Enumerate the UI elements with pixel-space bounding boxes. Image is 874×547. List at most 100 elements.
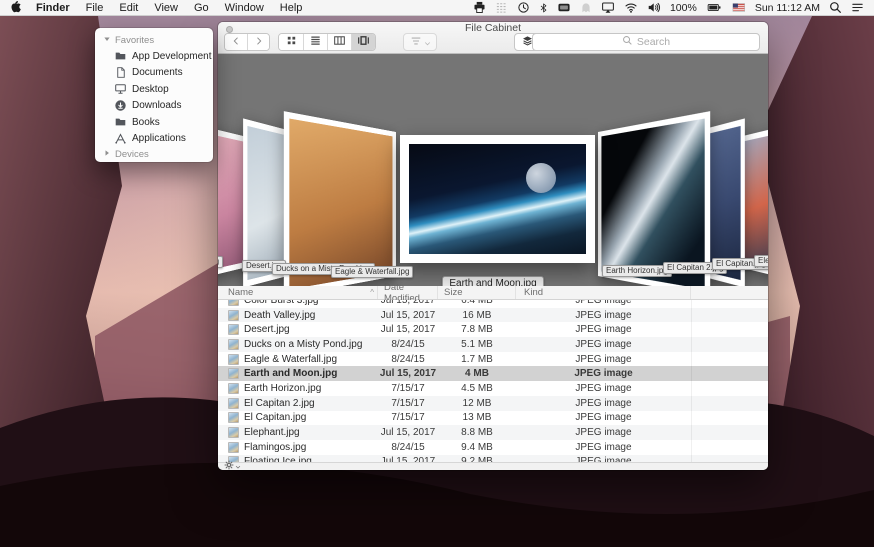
file-row-color-burst-3-jpg[interactable]: Color Burst 3.jpgJul 15, 20176.4 MBJPEG … [218,300,768,308]
file-kind: JPEG image [516,412,691,423]
file-kind: JPEG image [516,368,691,379]
sidebar-section-devices[interactable]: Devices [95,147,213,162]
sidebar-section-favorites[interactable]: Favorites [95,33,213,48]
file-size: 9.4 MB [438,442,516,453]
file-row-eagle-waterfall-jpg[interactable]: Eagle & Waterfall.jpg8/24/151.7 MBJPEG i… [218,352,768,367]
column-label: Kind [524,287,543,298]
file-row-death-valley-jpg[interactable]: Death Valley.jpgJul 15, 201716 MBJPEG im… [218,308,768,323]
gear-icon [224,457,234,470]
time-machine-icon[interactable] [517,1,530,14]
menu-bar-text[interactable]: Sun 11:12 AM [755,2,820,14]
menu-view[interactable]: View [154,2,178,14]
sidebar-item-applications[interactable]: Applications [95,131,213,148]
jpeg-file-icon [228,412,239,423]
column-header-name[interactable]: Name^ [218,286,378,299]
volume-icon[interactable] [647,1,661,14]
file-row-earth-and-moon-jpg[interactable]: Earth and Moon.jpgJul 15, 20174 MBJPEG i… [218,366,768,381]
file-row-floating-ice-jpg[interactable]: Floating Ice.jpgJul 15, 20179.2 MBJPEG i… [218,455,768,462]
finder-sidebar-panel: Favorites App DevelopmentDocumentsDeskto… [95,28,213,162]
back-button[interactable] [225,34,247,50]
column-label: Name [228,287,253,298]
forward-button[interactable] [247,34,269,50]
cover-earth-horizon-jpg[interactable] [598,111,710,286]
jpeg-file-icon [228,324,239,335]
coverflow-selected-caption: Earth and Moon.jpg [442,276,543,286]
cover-image [409,144,586,254]
icons-view-icon [285,34,298,50]
icons-view-button[interactable] [279,34,303,50]
battery-icon[interactable] [706,1,722,14]
file-date-modified: 7/15/17 [378,412,438,423]
file-row-earth-horizon-jpg[interactable]: Earth Horizon.jpg7/15/174.5 MBJPEG image [218,381,768,396]
chevron-down-icon [424,35,431,50]
file-size: 6.4 MB [438,300,516,306]
menu-finder[interactable]: Finder [36,2,70,14]
list-view-button[interactable] [303,34,327,50]
list-header: Name^Date ModifiedSize Kind [218,286,768,300]
action-menu-button[interactable] [224,457,241,470]
arrange-button[interactable] [403,33,437,51]
file-kind: JPEG image [516,427,691,438]
list-view-icon [309,34,322,50]
cover-image [289,119,392,286]
file-size: 4.5 MB [438,383,516,394]
toolbar: Search [218,33,768,53]
notification-center-icon[interactable] [851,1,864,14]
file-row-flamingos-jpg[interactable]: Flamingos.jpg8/24/159.4 MBJPEG image [218,440,768,455]
sidebar-item-books[interactable]: Books [95,114,213,131]
sidebar-item-desktop[interactable]: Desktop [95,81,213,98]
jpeg-file-icon [228,339,239,350]
menu-window[interactable]: Window [225,2,264,14]
file-row-elephant-jpg[interactable]: Elephant.jpg Jul 15, 20178.8 MBJPEG image [218,425,768,440]
sidebar-item-downloads[interactable]: Downloads [95,98,213,115]
menu-bar-text[interactable]: 100% [670,2,697,14]
chevron-down-icon [235,457,241,470]
menu-help[interactable]: Help [280,2,303,14]
rows-icon[interactable] [495,1,508,14]
menu-edit[interactable]: Edit [119,2,138,14]
favorites-list: App DevelopmentDocumentsDesktopDownloads… [95,48,213,147]
moon-graphic [526,163,556,193]
file-row-el-capitan-2-jpg[interactable]: El Capitan 2.jpg7/15/1712 MBJPEG image [218,396,768,411]
keyboard-flag-icon[interactable] [731,1,746,14]
display-capture-icon[interactable] [557,1,571,14]
column-header-size[interactable]: Size [438,286,516,299]
columns-view-button[interactable] [327,34,351,50]
applications-icon [114,133,127,145]
file-name: El Capitan.jpg [244,412,306,423]
search-placeholder: Search [637,36,670,48]
search-icon[interactable] [829,1,842,14]
favorites-label: Favorites [115,35,154,46]
column-header-kind[interactable]: Kind [516,286,691,299]
menu-go[interactable]: Go [194,2,209,14]
sidebar-item-documents[interactable]: Documents [95,65,213,82]
airplay-icon[interactable] [601,1,615,14]
file-name: Elephant.jpg [244,427,300,438]
bluetooth-icon[interactable] [539,1,548,14]
cover-earth-and-moon-jpg[interactable] [400,135,595,263]
file-row-el-capitan-jpg[interactable]: El Capitan.jpg7/15/1713 MBJPEG image [218,411,768,426]
apple-menu[interactable] [10,0,22,16]
search-icon [622,35,633,49]
sidebar-item-app-development[interactable]: App Development [95,48,213,65]
file-date-modified: Jul 15, 2017 [378,427,438,438]
sidebar-item-label: Books [132,117,160,128]
printer-icon[interactable] [473,1,486,14]
column-divider [691,300,692,462]
file-size: 5.1 MB [438,339,516,350]
menu-file[interactable]: File [86,2,104,14]
triangle-right-icon [103,149,111,160]
file-list: Color Burst 3.jpgJul 15, 20176.4 MBJPEG … [218,300,768,462]
search-field[interactable]: Search [532,33,760,51]
column-header-date-modified[interactable]: Date Modified [378,286,438,299]
wifi-icon[interactable] [624,1,638,14]
file-row-ducks-on-a-misty-pond-jpg[interactable]: Ducks on a Misty Pond.jpg8/24/155.1 MBJP… [218,337,768,352]
coverflow-view-button[interactable] [351,34,375,50]
ghost-icon[interactable] [580,1,592,14]
cover-eagle-waterfall-jpg[interactable] [284,111,396,286]
file-kind: JPEG image [516,300,691,306]
file-kind: JPEG image [516,383,691,394]
columns-view-icon [333,34,346,50]
file-row-desert-jpg[interactable]: Desert.jpgJul 15, 20177.8 MBJPEG image [218,322,768,337]
file-size: 8.8 MB [438,427,516,438]
